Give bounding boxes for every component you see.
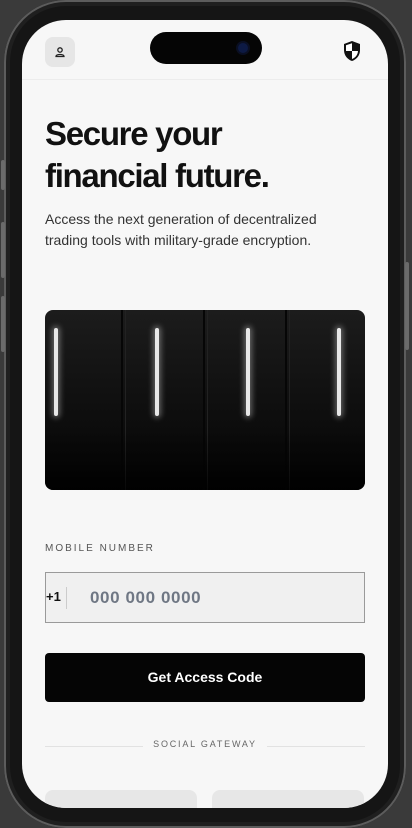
field-divider <box>66 587 67 609</box>
get-access-code-button[interactable]: Get Access Code <box>45 653 365 702</box>
mute-switch <box>1 160 5 190</box>
person-icon <box>55 47 65 58</box>
volume-up-button <box>1 222 5 278</box>
phone-field[interactable]: +1 <box>45 572 365 623</box>
social-login-button-2[interactable] <box>212 790 364 808</box>
mobile-number-label: MOBILE NUMBER <box>45 543 155 554</box>
profile-button[interactable] <box>45 37 75 67</box>
social-login-button-1[interactable] <box>45 790 197 808</box>
hero-subtitle: Access the next generation of decentrali… <box>45 211 317 248</box>
power-button <box>405 262 409 350</box>
page-title: Secure your financial future. <box>45 113 365 197</box>
dynamic-island <box>150 32 262 64</box>
shield-icon[interactable] <box>342 40 362 62</box>
app-screen: Secure your financial future. Access the… <box>22 20 388 808</box>
social-divider: SOCIAL GATEWAY <box>45 739 365 753</box>
country-code[interactable]: +1 <box>46 589 61 604</box>
title-line-1: Secure your <box>45 115 223 152</box>
server-room-image <box>45 310 365 490</box>
phone-input[interactable] <box>90 583 350 613</box>
title-line-2: financial future. <box>45 157 270 194</box>
social-gateway-label: SOCIAL GATEWAY <box>153 739 257 749</box>
front-camera <box>238 43 248 53</box>
volume-down-button <box>1 296 5 352</box>
divider-line-right <box>267 746 365 747</box>
